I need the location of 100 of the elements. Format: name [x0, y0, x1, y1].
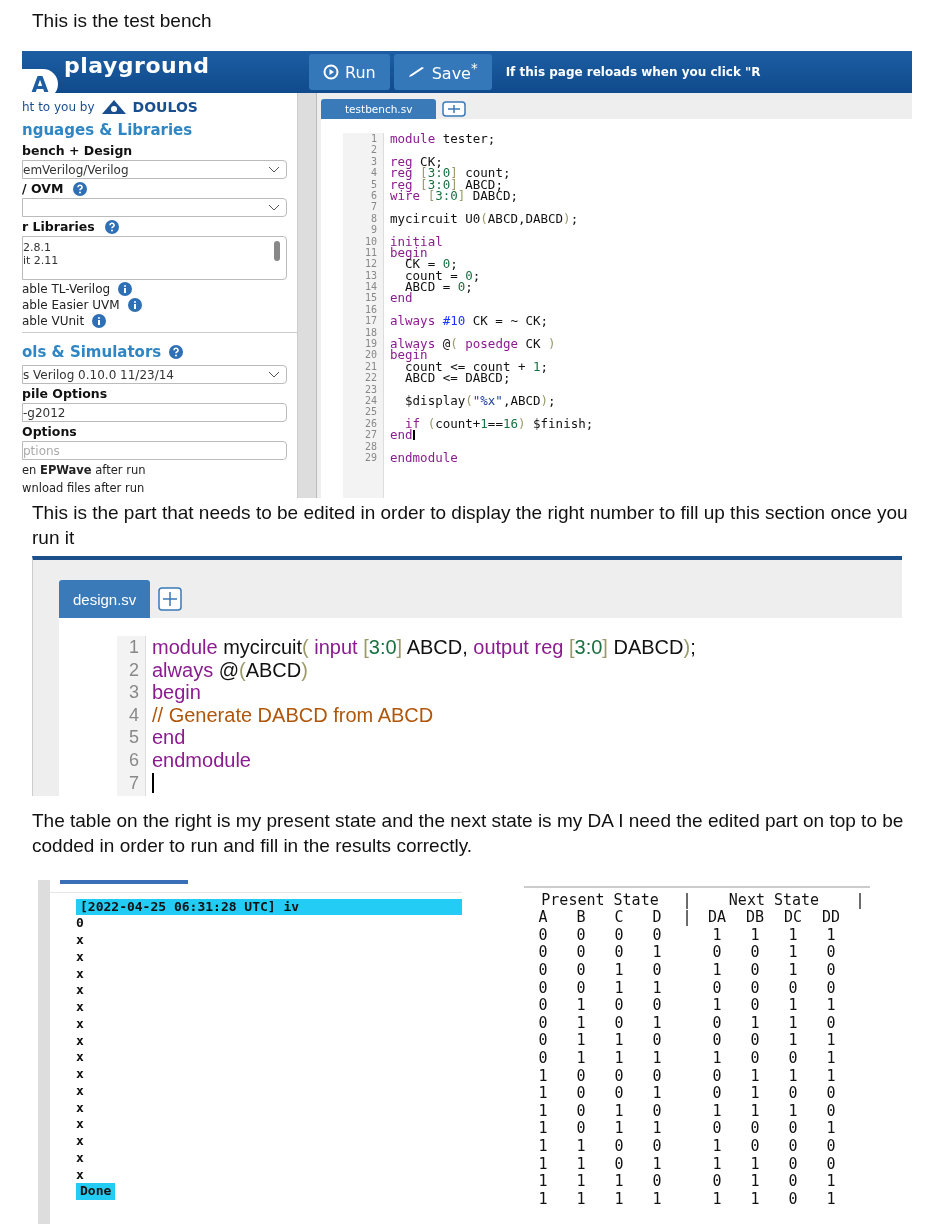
table-cell-text: 1 — [787, 1014, 799, 1033]
line-number: 10 — [363, 235, 377, 247]
credit-text: ht to you by — [22, 100, 95, 114]
line-number: 2 — [128, 658, 139, 682]
log-line: x — [76, 932, 84, 949]
table-cell-text: 1 — [711, 1050, 723, 1068]
save-button[interactable]: Save$^{*}$ — [393, 54, 492, 90]
info-icon[interactable] — [92, 314, 107, 328]
info-icon[interactable] — [127, 298, 142, 312]
table-cell-text: 0 — [749, 1032, 761, 1051]
line-number: 12 — [363, 258, 377, 270]
library-listbox[interactable]: 2.8.1 it 2.11 — [22, 236, 287, 280]
line-number: 15 — [363, 292, 377, 304]
table-cell-text: 0 — [575, 1085, 587, 1103]
table-cell-text: 1 — [825, 1120, 837, 1138]
line-number: 20 — [363, 349, 377, 361]
table-cell-text: 0 — [575, 1120, 587, 1138]
table-cell-text: 1 — [651, 1050, 663, 1068]
chevron-down-icon — [268, 166, 280, 173]
table-cell-text: 1 — [825, 1190, 837, 1209]
table-cell-text: 0 — [613, 926, 625, 945]
code-line: end — [152, 726, 186, 750]
text-field[interactable]: -g2012 — [22, 403, 287, 422]
line-number: 3 — [128, 681, 139, 704]
table-cell-text: 0 — [749, 1050, 761, 1068]
help-icon[interactable] — [169, 345, 184, 359]
table-cell-text: 0 — [575, 962, 587, 980]
table-cell-text: 1 — [711, 1190, 723, 1209]
table-cell-text: 0 — [613, 1067, 625, 1086]
table-cell-text: 1 — [825, 1067, 837, 1086]
table-cell-text: 0 — [749, 944, 761, 963]
line-number: 9 — [369, 224, 377, 236]
table-header: Next State — [727, 891, 821, 910]
table-cell-text: 1 — [787, 1067, 799, 1086]
line-number: 16 — [363, 303, 377, 316]
help-icon[interactable] — [73, 181, 88, 196]
info-icon[interactable] — [118, 282, 133, 296]
help-icon[interactable] — [104, 219, 119, 234]
table-cell-text: 1 — [537, 1138, 549, 1156]
column-header: B — [575, 909, 587, 927]
table-cell-text: 1 — [613, 1173, 625, 1191]
line-number: 22 — [363, 372, 377, 384]
table-cell-text: 1 — [749, 1173, 761, 1191]
table-cell-text: 1 — [749, 1085, 761, 1103]
field-label: pile Options — [22, 386, 108, 401]
log-line: x — [76, 1032, 84, 1050]
field-label: r Libraries — [22, 219, 95, 234]
table-cell-text: 1 — [575, 1050, 587, 1068]
notice-text: If this page reloads when you click "R — [505, 65, 761, 79]
table-cell-text: 0 — [613, 1014, 625, 1033]
caption: The table on the right is my present state and the next state is my DA I need the edited part on top to be codded in order to run and fill in the results correctly. — [31, 808, 905, 858]
line-number: 17 — [363, 315, 377, 327]
table-cell-text: 0 — [537, 926, 549, 945]
table-cell-text: 1 — [651, 1190, 663, 1209]
table-cell-text: 0 — [825, 1102, 837, 1121]
table-cell-text: 1 — [711, 962, 723, 980]
table-cell-text: 1 — [749, 1014, 761, 1033]
list-option[interactable]: it 2.11 — [23, 254, 59, 267]
code-line: end — [390, 292, 413, 304]
select-dropdown[interactable]: s Verilog 0.10.0 11/23/14 — [22, 365, 287, 384]
table-cell-text: 1 — [825, 997, 837, 1015]
play-icon — [323, 64, 339, 80]
column-separator: | — [681, 891, 693, 910]
add-tab-icon[interactable] — [442, 101, 467, 117]
select-dropdown[interactable]: emVerilog/Verilog — [22, 160, 287, 179]
table-cell-text: 1 — [825, 926, 837, 945]
line-number: 28 — [363, 440, 377, 452]
table-cell-text: 0 — [613, 1085, 625, 1103]
file-tab[interactable]: testbench.sv — [321, 99, 437, 119]
table-cell-text: 1 — [613, 1032, 625, 1051]
table-cell-text: 0 — [575, 1102, 587, 1121]
table-cell-text: 1 — [537, 1085, 549, 1103]
list-option[interactable]: 2.8.1 — [23, 241, 59, 254]
table-cell-text: 1 — [749, 1067, 761, 1086]
log-line: x — [76, 982, 84, 1000]
table-cell-text: 0 — [711, 1067, 723, 1086]
column-header: A — [537, 909, 549, 927]
code-line: module tester; — [390, 133, 496, 145]
log-line: x — [76, 1149, 84, 1167]
table-cell-text: 0 — [613, 944, 625, 963]
table-cell-text: 0 — [825, 1014, 837, 1033]
file-tab[interactable]: design.sv — [59, 580, 151, 619]
line-number: 7 — [369, 201, 377, 213]
table-header: Present State — [540, 891, 660, 910]
log-line: x — [76, 1066, 84, 1083]
table-cell-text: 0 — [825, 1085, 837, 1103]
option-label: able TL-Verilog — [22, 282, 111, 296]
column-header: C — [613, 909, 625, 927]
add-tab-icon[interactable] — [158, 587, 183, 612]
line-number: 19 — [363, 338, 377, 350]
table-cell-text: 1 — [651, 1085, 663, 1103]
doulos-logo: DOULOS — [132, 99, 198, 115]
section-heading: nguages & Libraries — [22, 121, 193, 139]
table-cell-text: 0 — [537, 962, 549, 980]
scrollbar-thumb-icon[interactable] — [274, 241, 280, 261]
line-number: 1 — [128, 636, 139, 659]
table-cell-text: 1 — [537, 1067, 549, 1086]
table-cell-text: 0 — [651, 962, 663, 980]
log-line: x — [76, 1049, 84, 1067]
run-button[interactable]: Run — [309, 54, 390, 90]
